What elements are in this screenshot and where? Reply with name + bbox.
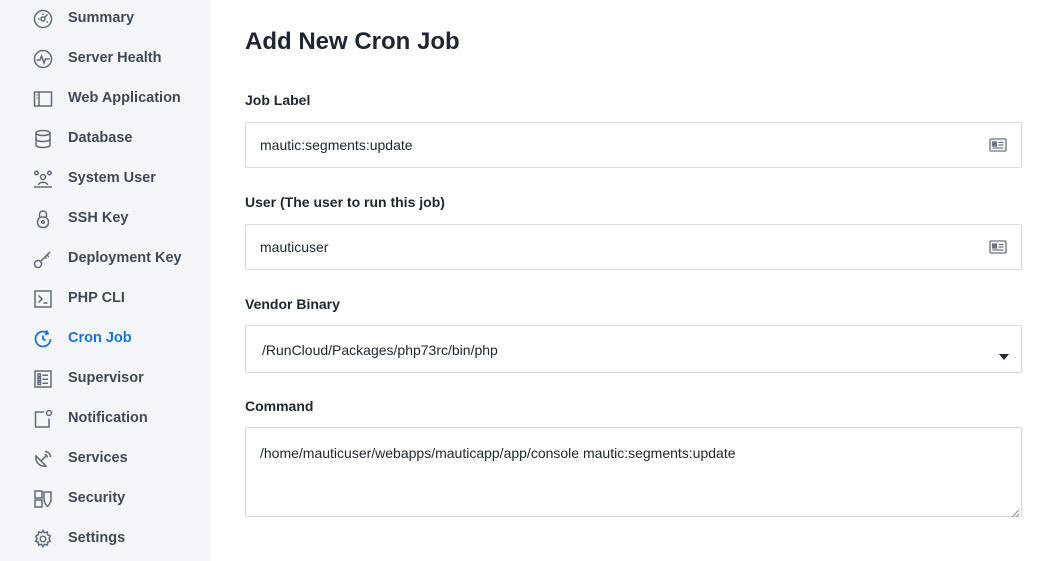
sidebar-item-label: SSH Key (68, 210, 129, 226)
lock-icon (32, 208, 54, 230)
vendor-binary-label: Vendor Binary (245, 296, 340, 312)
resize-handle-icon[interactable] (1010, 505, 1020, 518)
sidebar-item-label: System User (68, 170, 156, 186)
sidebar-item-summary[interactable]: Summary (0, 0, 210, 39)
dashboard-icon (32, 8, 54, 30)
users-icon (32, 168, 54, 190)
command-value: /home/mauticuser/webapps/mauticapp/app/c… (260, 445, 736, 461)
page-title: Add New Cron Job (245, 28, 460, 55)
sidebar-item-php-cli[interactable]: PHP CLI (0, 279, 210, 319)
database-icon (32, 128, 54, 150)
sidebar-item-label: Web Application (68, 90, 181, 106)
checklist-icon (32, 368, 54, 390)
notification-icon (32, 408, 54, 430)
sidebar-item-settings[interactable]: Settings (0, 519, 210, 559)
sidebar-item-supervisor[interactable]: Supervisor (0, 359, 210, 399)
sidebar-item-label: Database (68, 130, 133, 146)
id-card-icon (989, 239, 1007, 255)
vendor-binary-value: /RunCloud/Packages/php73rc/bin/php (262, 342, 498, 358)
id-card-icon (989, 137, 1007, 153)
job-label-label: Job Label (245, 92, 311, 108)
sidebar-item-label: Supervisor (68, 370, 144, 386)
pulse-icon (32, 48, 54, 70)
sidebar-item-label: Settings (68, 530, 126, 546)
shield-icon (32, 488, 54, 510)
user-input[interactable]: mauticuser (245, 224, 1022, 270)
sidebar-item-label: Cron Job (68, 330, 132, 346)
command-textarea[interactable]: /home/mauticuser/webapps/mauticapp/app/c… (245, 427, 1022, 518)
refresh-icon (32, 328, 54, 350)
sidebar-item-label: Summary (68, 10, 135, 26)
sidebar: Summary Server Health Web Application Da… (0, 0, 210, 561)
satellite-icon (32, 448, 54, 470)
sidebar-item-services[interactable]: Services (0, 439, 210, 479)
terminal-icon (32, 288, 54, 310)
gear-icon (32, 528, 54, 550)
sidebar-item-server-health[interactable]: Server Health (0, 39, 210, 79)
layout-icon (32, 88, 54, 110)
sidebar-item-ssh-key[interactable]: SSH Key (0, 199, 210, 239)
sidebar-item-system-user[interactable]: System User (0, 159, 210, 199)
sidebar-item-cron-job[interactable]: Cron Job (0, 319, 210, 359)
vendor-binary-select[interactable]: /RunCloud/Packages/php73rc/bin/php (245, 325, 1022, 373)
user-label: User (The user to run this job) (245, 194, 445, 210)
sidebar-item-web-application[interactable]: Web Application (0, 79, 210, 119)
sidebar-item-security[interactable]: Security (0, 479, 210, 519)
sidebar-item-database[interactable]: Database (0, 119, 210, 159)
job-label-input[interactable]: mautic:segments:update (245, 122, 1022, 168)
sidebar-item-deployment-key[interactable]: Deployment Key (0, 239, 210, 279)
sidebar-item-notification[interactable]: Notification (0, 399, 210, 439)
sidebar-item-label: PHP CLI (68, 290, 125, 306)
job-label-value: mautic:segments:update (260, 137, 413, 153)
key-icon (32, 248, 54, 270)
sidebar-item-label: Security (68, 490, 126, 506)
sidebar-item-label: Server Health (68, 50, 162, 66)
sidebar-item-label: Deployment Key (68, 250, 182, 266)
sidebar-item-label: Notification (68, 410, 148, 426)
chevron-down-icon (999, 347, 1009, 360)
main-content: Add New Cron Job Job Label mautic:segmen… (210, 0, 1047, 561)
sidebar-item-label: Services (68, 450, 128, 466)
command-label: Command (245, 398, 314, 414)
user-value: mauticuser (260, 239, 329, 255)
